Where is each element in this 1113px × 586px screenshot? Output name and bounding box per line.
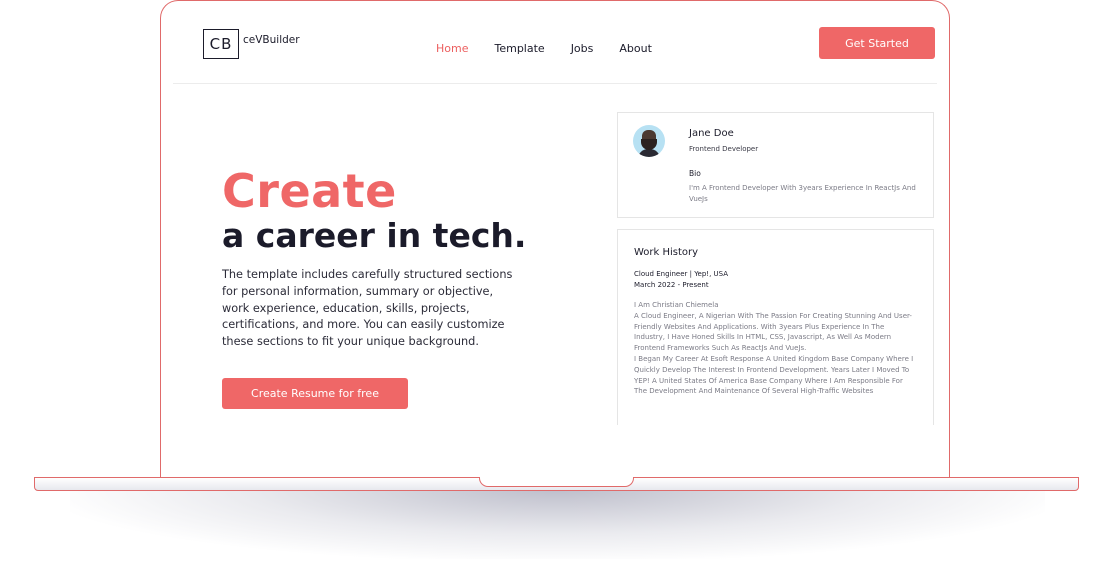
work-description: I Am Christian Chiemela A Cloud Engineer…	[634, 300, 916, 397]
hero-title: a career in tech.	[222, 216, 527, 255]
work-paragraph: I Began My Career At Esoft Response A Un…	[634, 354, 914, 396]
work-paragraph: A Cloud Engineer, A Nigerian With The Pa…	[634, 311, 912, 353]
laptop-screen-frame: CB ceVBuilder Home Template Jobs About G…	[160, 0, 950, 478]
hero-title-highlight: Create	[222, 164, 397, 218]
navbar: CB ceVBuilder Home Template Jobs About G…	[173, 1, 937, 84]
web-page: CB ceVBuilder Home Template Jobs About G…	[161, 1, 949, 478]
logo-text: ceVBuilder	[243, 33, 300, 46]
job-dates: March 2022 - Present	[634, 281, 709, 289]
profile-name: Jane Doe	[689, 128, 734, 139]
bio-heading: Bio	[689, 169, 701, 178]
bio-text: I'm A Frontend Developer With 3years Exp…	[689, 184, 916, 203]
profile-role: Frontend Developer	[689, 145, 759, 153]
nav-item-jobs[interactable]: Jobs	[571, 42, 594, 55]
get-started-button[interactable]: Get Started	[819, 27, 935, 59]
laptop-notch	[479, 477, 634, 487]
user-avatar-icon	[633, 125, 665, 157]
work-paragraph: I Am Christian Chiemela	[634, 301, 719, 309]
nav-item-template[interactable]: Template	[494, 42, 544, 55]
work-history-card: Work History Cloud Engineer | Yep!, USA …	[617, 229, 934, 425]
nav-item-about[interactable]: About	[619, 42, 652, 55]
profile-card: Jane Doe Frontend Developer Bio I'm A Fr…	[617, 112, 934, 218]
work-history-title: Work History	[634, 247, 699, 258]
logo-mark-icon: CB	[203, 29, 239, 59]
nav-item-home[interactable]: Home	[436, 42, 468, 55]
hero-description: The template includes carefully structur…	[222, 268, 513, 349]
create-resume-button[interactable]: Create Resume for free	[222, 378, 408, 409]
laptop-shadow	[70, 489, 1045, 559]
logo[interactable]: CB ceVBuilder	[203, 29, 300, 59]
nav-menu: Home Template Jobs About	[436, 42, 678, 55]
job-title: Cloud Engineer | Yep!, USA	[634, 270, 729, 278]
